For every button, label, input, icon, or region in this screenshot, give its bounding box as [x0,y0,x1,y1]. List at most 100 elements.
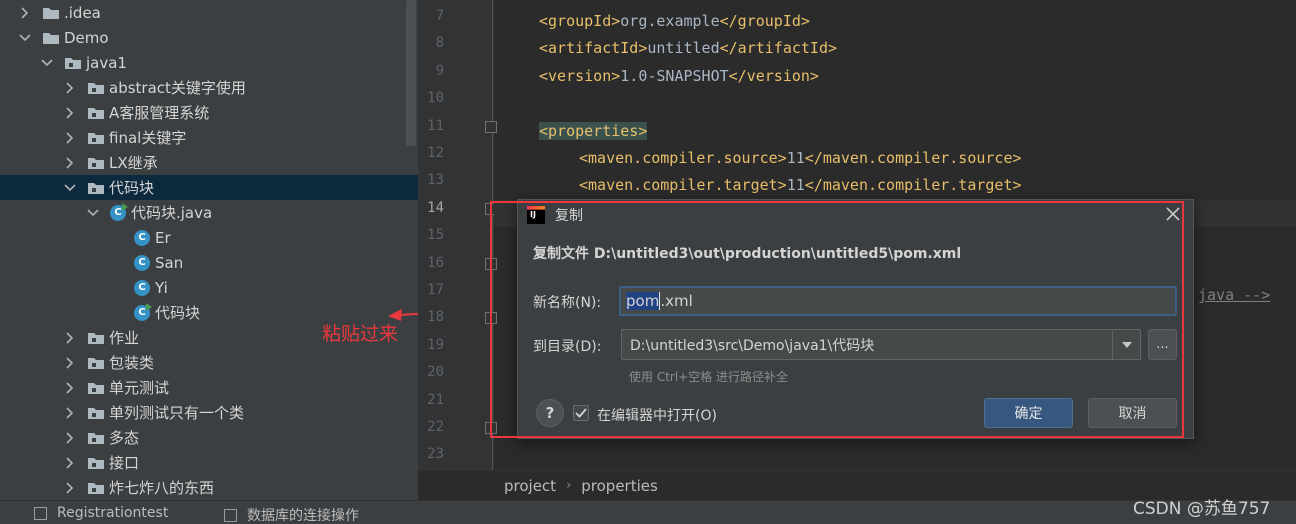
ok-button[interactable]: 确定 [984,398,1073,428]
tree-item[interactable]: Demo [0,25,418,50]
dialog-heading: 复制文件 D:\untitled3\out\production\untitle… [533,246,962,262]
target-dir-value: D:\untitled3\src\Demo\java1\代码块 [630,337,875,354]
code-line: <groupId>org.example</groupId> [539,12,810,30]
new-name-input[interactable]: pom .xml [619,286,1177,316]
line-number: 21 [427,391,444,408]
tree-item[interactable]: LX继承 [0,150,418,175]
java-class-icon: C [134,279,150,296]
tree-item[interactable]: .idea [0,0,418,25]
chevron-right-icon[interactable] [63,156,77,170]
chevron-right-icon[interactable] [18,6,32,20]
java-class-icon: C [134,302,152,321]
code-token: 1.0-SNAPSHOT [620,66,729,85]
java-class-icon: C [134,254,150,271]
package-icon [87,406,109,420]
tree-scrollbar[interactable] [406,0,416,146]
chevron-right-icon[interactable] [63,431,77,445]
bottom-tab-database[interactable]: 数据库的连接操作 [224,505,359,524]
chevron-right-icon[interactable] [63,356,77,370]
chevron-right-icon[interactable] [63,481,77,495]
tree-item[interactable]: A客服管理系统 [0,100,418,125]
tree-item-label: LX继承 [109,154,158,172]
open-in-editor-label[interactable]: 在编辑器中打开(O) [597,405,717,425]
line-number: 16 [427,254,444,271]
tree-item[interactable]: 代码块 [0,175,418,200]
code-line: <version>1.0-SNAPSHOT</version> [539,67,819,85]
tree-item-label: 多态 [109,429,140,447]
path-completion-hint: 使用 Ctrl+空格 进行路径补全 [629,370,789,384]
tree-item-label: 代码块 [155,304,201,322]
annotation-text: 粘贴过来 [322,323,399,345]
code-token: org.example [620,12,720,30]
tree-item[interactable]: C Yi [0,275,418,300]
tree-item[interactable]: 单列测试只有一个类 [0,400,418,425]
tree-item[interactable]: C San [0,250,418,275]
chevron-down-icon[interactable] [18,31,32,45]
breadcrumb-chevron-icon: › [566,478,572,493]
line-number: 22 [427,419,444,435]
editor-gutter: 7 8 9 10 11 12 13 14 15 16 17 18 19 20 21 22 23 [418,0,497,470]
chevron-down-icon[interactable] [63,181,77,195]
tree-item[interactable]: C Er [0,225,418,250]
code-token: <version> [539,66,621,85]
line-number: 10 [427,90,444,107]
package-icon [87,131,109,145]
code-token: </maven.compiler.source> [804,149,1022,167]
help-button[interactable]: ? [536,399,564,427]
chevron-down-icon[interactable] [86,206,100,220]
chevron-down-icon[interactable] [1112,330,1140,359]
tree-item-label: Yi [155,278,168,297]
dialog-titlebar[interactable]: IJ 复制 [518,200,1193,230]
tree-item[interactable]: 多态 [0,425,418,450]
line-number: 7 [435,8,444,24]
fold-marker-icon[interactable] [485,257,497,270]
tree-item[interactable]: java1 [0,50,418,75]
chevron-right-icon[interactable] [63,106,77,120]
target-dir-combobox[interactable]: D:\untitled3\src\Demo\java1\代码块 [621,329,1141,360]
code-token: <maven.compiler.source> [579,149,787,167]
fold-marker-icon[interactable] [485,422,497,434]
code-token: 11 [786,176,805,195]
tree-item[interactable]: 包装类 [0,350,418,375]
line-number: 18 [427,309,444,326]
project-tree: .idea Demo java1 abstract关键字使用 A客服管理系统 final关… [0,0,418,500]
open-in-editor-checkbox[interactable] [573,405,589,421]
tree-item[interactable]: abstract关键字使用 [0,75,418,100]
chevron-right-icon[interactable] [63,381,77,395]
tree-item-label: 单元测试 [109,379,170,397]
line-number: 12 [427,145,444,161]
tree-item[interactable]: 单元测试 [0,375,418,400]
tree-item-label: Demo [64,28,109,47]
chevron-right-icon[interactable] [63,456,77,470]
browse-button[interactable]: ... [1148,329,1177,360]
chevron-right-icon[interactable] [63,131,77,145]
line-number: 20 [427,364,444,381]
line-number: 11 [427,117,444,134]
tree-item-label: final关键字 [109,129,187,147]
chevron-right-icon[interactable] [63,81,77,95]
cancel-button[interactable]: 取消 [1088,398,1177,428]
tree-item[interactable]: 炸七炸八的东西 [0,475,418,500]
tree-item-label: 接口 [109,454,140,472]
bottom-tab-registrationtest[interactable]: Registrationtest [34,505,168,521]
tree-item-label: 代码块.java [131,204,213,222]
tree-item[interactable]: C 代码块.java [0,200,418,225]
close-icon[interactable] [1165,206,1181,222]
tree-item[interactable]: 接口 [0,450,418,475]
line-number: 23 [427,446,444,463]
chevron-down-icon[interactable] [40,56,54,70]
tree-item-label: 包装类 [109,354,155,372]
fold-marker-icon[interactable] [485,312,497,325]
tree-item-label: 作业 [109,329,140,347]
package-icon [87,456,109,470]
tree-item[interactable]: final关键字 [0,125,418,150]
breadcrumb-item-properties[interactable]: properties [581,477,658,495]
package-icon [87,481,109,495]
fold-marker-icon[interactable] [485,120,497,133]
code-line: <artifactId>untitled</artifactId> [539,39,837,57]
chevron-right-icon[interactable] [63,331,77,345]
code-comment-fragment: java --> [1198,286,1271,304]
chevron-right-icon[interactable] [63,406,77,420]
breadcrumb-item-project[interactable]: project [504,477,556,495]
new-name-label: 新名称(N): [533,295,602,311]
